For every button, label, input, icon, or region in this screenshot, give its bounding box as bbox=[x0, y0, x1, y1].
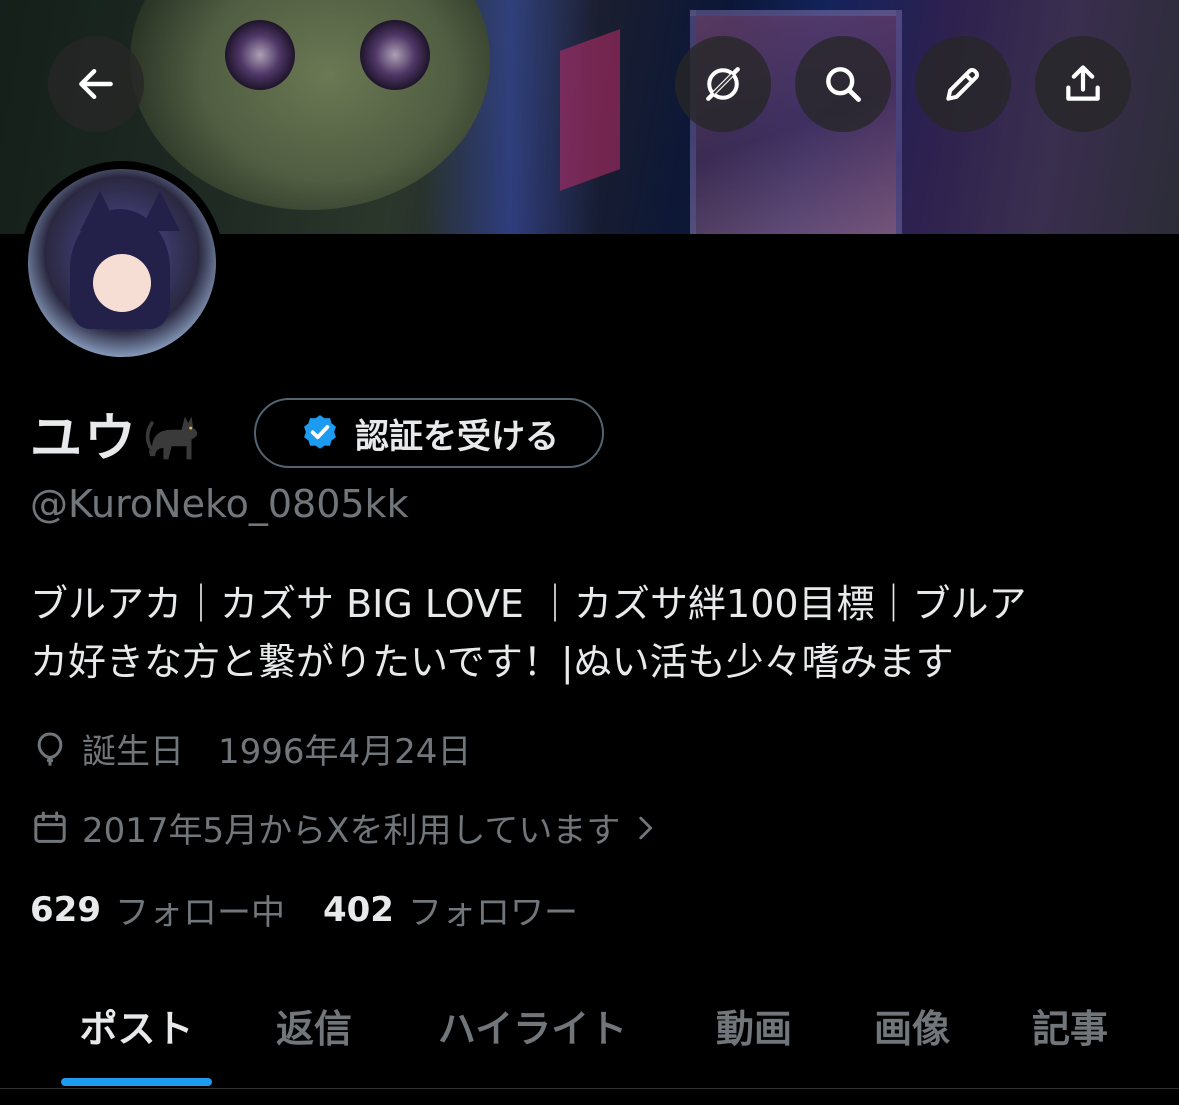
grok-button[interactable] bbox=[675, 36, 771, 132]
tab-images[interactable]: 画像 bbox=[848, 990, 976, 1060]
display-name: ユウ bbox=[30, 408, 139, 469]
share-icon bbox=[1066, 65, 1100, 101]
share-button[interactable] bbox=[1035, 36, 1131, 132]
tab-replies[interactable]: 返信 bbox=[250, 990, 378, 1060]
search-button[interactable] bbox=[795, 36, 891, 132]
calendar-icon bbox=[34, 811, 66, 843]
following-count[interactable]: 629 bbox=[30, 890, 101, 930]
edit-profile-button[interactable] bbox=[915, 36, 1011, 132]
birthday-row: 誕生日 1996年4月24日 bbox=[30, 724, 471, 773]
chevron-right-icon bbox=[639, 816, 653, 839]
bio-line: ブルアカ｜カズサ BIG LOVE ｜カズサ絆100目標｜ブルア bbox=[30, 582, 1027, 626]
followers-count[interactable]: 402 bbox=[323, 890, 394, 930]
tab-highlights[interactable]: ハイライト bbox=[410, 990, 655, 1060]
pencil-icon bbox=[946, 68, 979, 101]
display-name-row: ユウ bbox=[30, 398, 208, 469]
avatar-face bbox=[93, 254, 151, 312]
back-button[interactable] bbox=[48, 36, 144, 132]
verified-badge-icon bbox=[304, 415, 336, 449]
tabs-divider bbox=[0, 1088, 1179, 1089]
tab-videos[interactable]: 動画 bbox=[690, 990, 818, 1060]
search-icon bbox=[826, 67, 861, 102]
joined-row[interactable]: 2017年5月からXを利用しています bbox=[30, 803, 674, 852]
arrow-left-icon bbox=[79, 68, 113, 100]
get-verified-button[interactable]: 認証を受ける bbox=[254, 398, 604, 468]
black-cat-icon bbox=[145, 416, 198, 460]
bio-line: カ好きな方と繋がりたいです！|ぬい活も少々嗜みます bbox=[30, 640, 954, 684]
following-label[interactable]: フォロー中 bbox=[115, 885, 285, 934]
joined-text: 2017年5月からXを利用しています bbox=[82, 811, 621, 851]
profile-bio: ブルアカ｜カズサ BIG LOVE ｜カズサ絆100目標｜ブルア カ好きな方と繋… bbox=[30, 575, 1160, 691]
active-tab-indicator bbox=[61, 1078, 212, 1086]
balloon-icon bbox=[37, 732, 63, 766]
birthday-text: 誕生日 1996年4月24日 bbox=[82, 732, 472, 772]
grok-icon bbox=[706, 67, 740, 101]
tab-posts[interactable]: ポスト bbox=[61, 990, 212, 1060]
follow-stats: 629 フォロー中 402 フォロワー bbox=[30, 885, 616, 934]
avatar[interactable] bbox=[28, 169, 216, 357]
followers-label[interactable]: フォロワー bbox=[408, 885, 578, 934]
get-verified-label: 認証を受ける bbox=[355, 416, 559, 457]
username-handle: @KuroNeko_0805kk bbox=[30, 482, 409, 526]
profile-tabs: ポスト 返信 ハイライト 動画 画像 記事 bbox=[0, 990, 1179, 1088]
tab-articles[interactable]: 記事 bbox=[1006, 990, 1134, 1060]
